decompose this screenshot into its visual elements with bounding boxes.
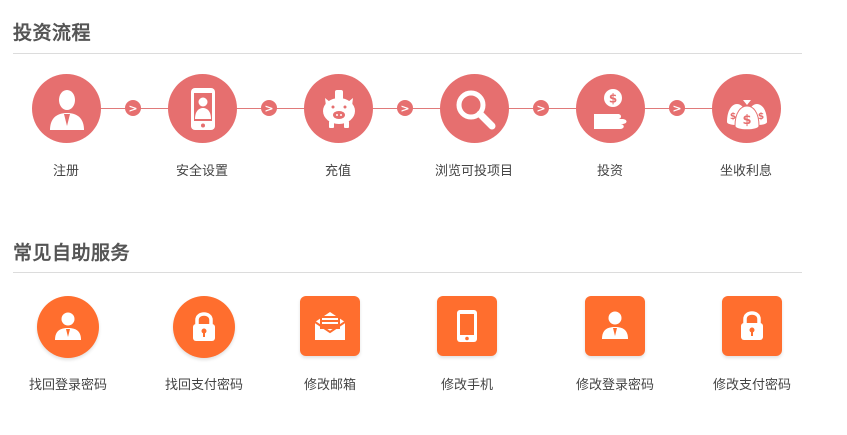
retrieve-payment-password-button[interactable] bbox=[173, 296, 235, 358]
step-recharge[interactable] bbox=[304, 74, 373, 143]
service-label[interactable]: 找回登录密码 bbox=[0, 374, 143, 393]
lock-icon bbox=[193, 312, 215, 341]
modify-payment-password-button[interactable] bbox=[722, 296, 782, 356]
step-label: 浏览可投项目 bbox=[434, 164, 513, 179]
user-icon bbox=[602, 311, 628, 339]
mobile-icon bbox=[457, 310, 477, 342]
svg-text:$: $ bbox=[608, 91, 616, 105]
person-icon bbox=[49, 89, 84, 130]
service-label[interactable]: 修改登录密码 bbox=[540, 374, 690, 393]
services-title: 常见自助服务 bbox=[13, 242, 131, 264]
flow-arrow-icon: > bbox=[261, 100, 277, 116]
step-invest[interactable]: $ bbox=[576, 74, 645, 143]
modify-email-button[interactable] bbox=[300, 296, 360, 356]
service-label[interactable]: 修改邮箱 bbox=[255, 374, 405, 393]
envelope-icon bbox=[314, 312, 346, 340]
hand-coin-icon: $ bbox=[593, 88, 626, 129]
step-label: 投资 bbox=[596, 164, 623, 179]
step-browse[interactable] bbox=[440, 74, 509, 143]
step-label: 安全设置 bbox=[175, 164, 228, 179]
flow-arrow-icon: > bbox=[533, 100, 549, 116]
step-interest[interactable]: $ $ $ bbox=[712, 74, 781, 143]
process-divider bbox=[13, 53, 802, 54]
retrieve-login-password-button[interactable] bbox=[37, 296, 99, 358]
user-icon bbox=[55, 312, 81, 340]
magnifier-icon bbox=[456, 90, 495, 129]
flow-arrow-icon: > bbox=[397, 100, 413, 116]
step-label: 注册 bbox=[52, 164, 79, 179]
svg-text:$: $ bbox=[742, 113, 751, 128]
process-title: 投资流程 bbox=[13, 22, 92, 44]
service-label[interactable]: 修改支付密码 bbox=[677, 374, 827, 393]
step-register[interactable] bbox=[32, 74, 101, 143]
modify-mobile-button[interactable] bbox=[437, 296, 497, 356]
services-divider bbox=[13, 272, 802, 273]
piggy-bank-icon bbox=[322, 89, 355, 128]
modify-login-password-button[interactable] bbox=[585, 296, 645, 356]
svg-text:$: $ bbox=[729, 112, 735, 122]
phone-user-icon bbox=[190, 87, 215, 130]
flow-arrow-icon: > bbox=[125, 100, 141, 116]
flow-arrow-icon: > bbox=[669, 100, 685, 116]
step-label: 坐收利息 bbox=[719, 164, 772, 179]
step-label: 充值 bbox=[324, 164, 351, 179]
svg-text:$: $ bbox=[757, 112, 763, 122]
service-label[interactable]: 修改手机 bbox=[392, 374, 542, 393]
step-security[interactable] bbox=[168, 74, 237, 143]
money-bags-icon: $ $ $ bbox=[726, 99, 767, 130]
lock-icon bbox=[741, 311, 763, 340]
